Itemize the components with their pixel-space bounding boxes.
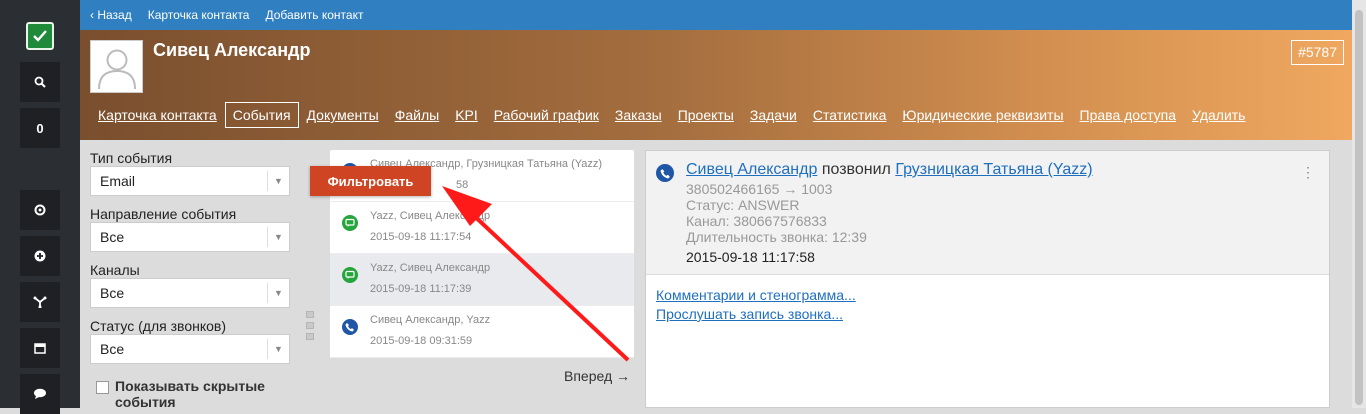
channels-label: Каналы — [90, 262, 140, 278]
direction-select[interactable]: Все ▼ — [90, 222, 290, 252]
chat-icon — [342, 215, 358, 231]
show-hidden-checkbox[interactable]: Показывать скрытые события — [96, 378, 285, 410]
tab-tasks[interactable]: Задачи — [750, 107, 797, 123]
call-status: Статус: ANSWER — [686, 197, 800, 213]
tab-files[interactable]: Файлы — [395, 107, 439, 123]
call-numbers: 380502466165 → 1003 — [686, 181, 833, 197]
tab-events[interactable]: События — [224, 102, 299, 128]
tab-documents[interactable]: Документы — [307, 107, 379, 123]
event-filters: Тип события Email ▼ Направление события … — [90, 150, 290, 374]
chevron-down-icon: ▼ — [267, 171, 289, 191]
avatar — [90, 40, 143, 93]
event-participants: Yazz, Сивец Александр — [370, 210, 491, 222]
tab-work-schedule[interactable]: Рабочий график — [494, 107, 599, 123]
user-silhouette-icon — [98, 49, 136, 90]
event-time: 2015-09-18 09:31:59 — [370, 335, 473, 347]
event-type-label: Тип события — [90, 150, 173, 166]
checkbox-box[interactable] — [96, 381, 109, 394]
chat-icon[interactable] — [20, 374, 60, 414]
direction-label: Направление события — [90, 206, 237, 222]
list-item[interactable]: Yazz, Сивец Александр 2015-09-18 11:17:5… — [330, 202, 634, 254]
contact-id-badge: #5787 — [1291, 40, 1344, 65]
filter-button[interactable]: Фильтровать — [310, 166, 431, 196]
contact-name: Сивец Александр — [153, 40, 311, 60]
sidebar: 0 — [0, 0, 80, 414]
caller-link[interactable]: Сивец Александр — [686, 161, 817, 178]
phone-icon — [342, 319, 358, 335]
event-time: 2015-09-18 11:17:39 — [370, 283, 472, 295]
event-participants: Сивец Александр, Yazz — [370, 314, 491, 326]
channels-select[interactable]: Все ▼ — [90, 278, 290, 308]
tab-projects[interactable]: Проекты — [678, 107, 734, 123]
call-channel: Канал: 380667576833 — [686, 213, 827, 229]
top-nav-bar: ‹ Назад Карточка контакта Добавить конта… — [80, 0, 1352, 30]
calendar-icon[interactable] — [20, 328, 60, 368]
listen-recording-link[interactable]: Прослушать запись звонка... — [656, 306, 843, 322]
chevron-down-icon: ▼ — [267, 339, 289, 359]
event-detail-header: Сивец Александр позвонил Грузницкая Тать… — [646, 151, 1329, 275]
resize-handle[interactable] — [306, 311, 314, 318]
chat-icon — [342, 267, 358, 283]
search-icon[interactable] — [20, 62, 60, 102]
next-page-link[interactable]: Вперед → — [564, 368, 630, 384]
show-hidden-label: Показывать скрытые события — [115, 378, 265, 410]
contact-tabs: Карточка контакта События Документы Файл… — [90, 102, 1253, 128]
plus-circle-icon[interactable] — [20, 236, 60, 276]
chevron-down-icon: ▼ — [267, 283, 289, 303]
call-summary: Сивец Александр позвонил Грузницкая Тать… — [686, 161, 1093, 179]
tab-legal-details[interactable]: Юридические реквизиты — [902, 107, 1063, 123]
page-scrollbar[interactable] — [1352, 0, 1366, 408]
logo-check-icon[interactable] — [26, 22, 54, 50]
notification-counter[interactable]: 0 — [20, 108, 60, 148]
event-detail-panel: Сивец Александр позвонил Грузницкая Тать… — [645, 150, 1330, 408]
call-status-select[interactable]: Все ▼ — [90, 334, 290, 364]
resize-handle[interactable] — [306, 322, 314, 329]
event-participants: Yazz, Сивец Александр — [370, 262, 491, 274]
tab-delete[interactable]: Удалить — [1192, 107, 1245, 123]
event-time: 58 — [456, 179, 469, 191]
callee-link[interactable]: Грузницкая Татьяна (Yazz) — [895, 161, 1092, 178]
direction-value: Все — [100, 229, 125, 245]
tab-contact-card[interactable]: Карточка контакта — [98, 107, 217, 123]
scrollbar-thumb[interactable] — [1355, 10, 1363, 405]
more-vertical-icon[interactable]: ⋮ — [1301, 165, 1315, 179]
chevron-down-icon: ▼ — [267, 227, 289, 247]
resize-handle[interactable] — [306, 333, 314, 340]
contact-header: Сивец Александр #5787 Карточка контакта … — [80, 30, 1352, 140]
tab-statistics[interactable]: Статистика — [813, 107, 887, 123]
back-link[interactable]: ‹ Назад — [90, 8, 132, 22]
call-date: 2015-09-18 11:17:58 — [686, 249, 815, 265]
tab-kpi[interactable]: KPI — [455, 107, 478, 123]
tab-access-rights[interactable]: Права доступа — [1080, 107, 1176, 123]
contact-card-link[interactable]: Карточка контакта — [148, 8, 250, 22]
call-status-value: Все — [100, 341, 125, 357]
tab-orders[interactable]: Заказы — [615, 107, 662, 123]
event-time: 2015-09-18 11:17:54 — [370, 231, 472, 243]
list-item[interactable]: Yazz, Сивец Александр 2015-09-18 11:17:3… — [330, 254, 634, 306]
call-duration: Длительность звонка: 12:39 — [686, 229, 867, 245]
call-status-label: Статус (для звонков) — [90, 318, 227, 334]
lifebuoy-icon[interactable] — [20, 190, 60, 230]
phone-icon — [656, 164, 674, 182]
list-item[interactable]: Сивец Александр, Yazz 2015-09-18 09:31:5… — [330, 306, 634, 358]
channels-value: Все — [100, 285, 125, 301]
event-type-select[interactable]: Email ▼ — [90, 166, 290, 196]
event-type-value: Email — [100, 173, 136, 189]
call-verb: позвонил — [817, 161, 896, 178]
fork-icon[interactable] — [20, 282, 60, 322]
add-contact-link[interactable]: Добавить контакт — [265, 8, 363, 22]
comments-link[interactable]: Комментарии и стенограмма... — [656, 287, 856, 303]
